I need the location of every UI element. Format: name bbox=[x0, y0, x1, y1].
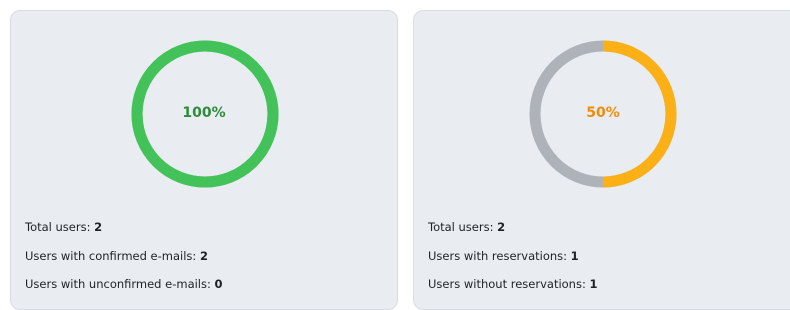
stat-label: Total users: bbox=[428, 220, 498, 234]
stat-value: 2 bbox=[94, 220, 103, 234]
stat-value: 2 bbox=[497, 220, 506, 234]
percentage-label: 50% bbox=[586, 105, 620, 121]
stat-unconfirmed-emails: Users with unconfirmed e-mails: 0 bbox=[25, 277, 223, 291]
stat-value: 1 bbox=[589, 277, 598, 291]
stat-label: Total users: bbox=[25, 220, 95, 234]
stat-label: Users with reservations: bbox=[428, 249, 571, 263]
stat-confirmed-emails: Users with confirmed e-mails: 2 bbox=[25, 249, 208, 263]
stat-label: Users without reservations: bbox=[428, 277, 590, 291]
stat-without-reservations: Users without reservations: 1 bbox=[428, 277, 598, 291]
stat-value: 0 bbox=[214, 277, 223, 291]
reservations-card: 50% Total users: 2 Users with reservatio… bbox=[413, 10, 790, 310]
stat-with-reservations: Users with reservations: 1 bbox=[428, 249, 579, 263]
stat-value: 2 bbox=[199, 249, 208, 263]
stat-label: Users with confirmed e-mails: bbox=[25, 249, 200, 263]
stat-total-users: Total users: 2 bbox=[25, 220, 102, 234]
stat-value: 1 bbox=[570, 249, 579, 263]
confirmed-emails-card: 100% Total users: 2 Users with confirmed… bbox=[10, 10, 398, 310]
percentage-label: 100% bbox=[182, 105, 226, 121]
stat-total-users: Total users: 2 bbox=[428, 220, 505, 234]
stat-label: Users with unconfirmed e-mails: bbox=[25, 277, 215, 291]
